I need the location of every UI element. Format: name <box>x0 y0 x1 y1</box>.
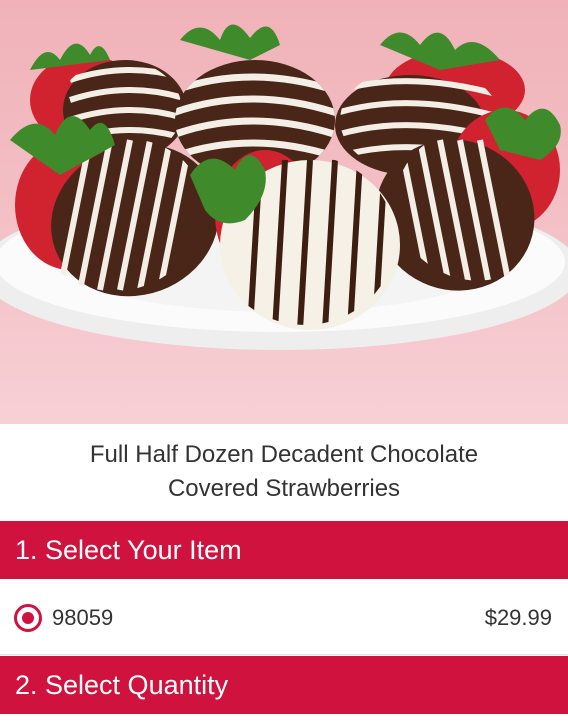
product-image <box>0 0 568 424</box>
select-quantity-header[interactable]: 2. Select Quantity <box>0 656 568 714</box>
select-item-header[interactable]: 1. Select Your Item <box>0 521 568 579</box>
item-option-row[interactable]: 98059 $29.99 <box>0 581 568 655</box>
option-price: $29.99 <box>484 604 552 630</box>
product-title-line: Covered Strawberries <box>167 475 401 502</box>
section-title: 2. Select Quantity <box>15 669 229 700</box>
radio-dot <box>22 611 34 624</box>
section-title: 1. Select Your Item <box>15 534 242 565</box>
product-title: Full Half Dozen Decadent Chocolate Cover… <box>0 424 568 520</box>
radio-selected-icon[interactable] <box>14 603 42 632</box>
option-code: 98059 <box>52 604 114 630</box>
product-title-line: Full Half Dozen Decadent Chocolate <box>89 441 479 468</box>
